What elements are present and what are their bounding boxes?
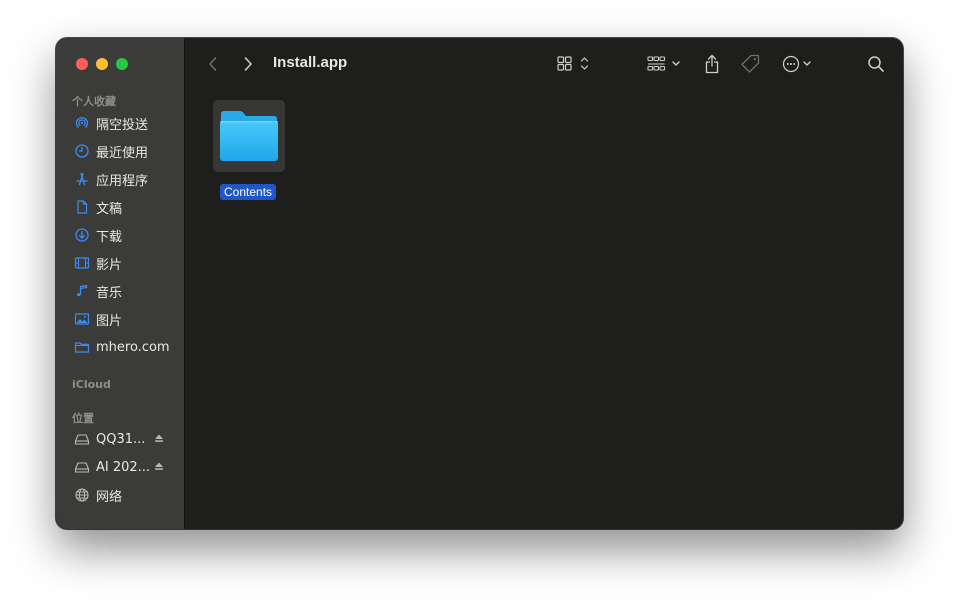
sidebar-item-movies[interactable]: 影片 bbox=[68, 251, 178, 275]
drive-icon bbox=[74, 434, 90, 445]
search-button[interactable] bbox=[866, 52, 886, 76]
download-icon bbox=[75, 228, 89, 242]
tag-button[interactable] bbox=[739, 52, 761, 76]
sidebar-item-drive-qq31[interactable]: QQ31... bbox=[68, 427, 178, 451]
sidebar: 个人收藏 隔空投送 最近使用 应用程序 文稿 下载 影片 音乐 图片 mhero… bbox=[56, 38, 185, 529]
more-actions-button[interactable] bbox=[781, 52, 817, 76]
sidebar-item-label: 音乐 bbox=[96, 285, 123, 301]
toolbar: Install.app bbox=[185, 38, 903, 90]
sidebar-item-recents[interactable]: 最近使用 bbox=[68, 139, 178, 163]
sidebar-item-network[interactable]: 网络 bbox=[68, 483, 178, 507]
finder-window: 个人收藏 隔空投送 最近使用 应用程序 文稿 下载 影片 音乐 图片 mhero… bbox=[56, 38, 903, 529]
sidebar-item-label: 应用程序 bbox=[96, 173, 149, 189]
sidebar-item-label: mhero.com bbox=[96, 339, 170, 355]
file-name-label[interactable]: Contents bbox=[220, 184, 277, 200]
sidebar-item-downloads[interactable]: 下载 bbox=[68, 223, 178, 247]
sidebar-item-documents[interactable]: 文稿 bbox=[68, 195, 178, 219]
sidebar-item-label: 隔空投送 bbox=[96, 117, 149, 133]
sidebar-item-applications[interactable]: 应用程序 bbox=[68, 167, 178, 191]
folder-icon bbox=[220, 111, 278, 161]
chevron-left-icon bbox=[209, 57, 217, 71]
icon-grid-view-icon bbox=[557, 56, 589, 71]
sidebar-item-airdrop[interactable]: 隔空投送 bbox=[68, 111, 178, 135]
applications-icon bbox=[76, 172, 88, 186]
sidebar-item-label: 下载 bbox=[96, 229, 123, 245]
file-item-contents[interactable]: Contents bbox=[213, 100, 285, 200]
forward-button[interactable] bbox=[240, 52, 256, 76]
sidebar-section-locations: 位置 bbox=[72, 412, 94, 425]
drive-icon bbox=[74, 462, 90, 473]
chevron-right-icon bbox=[244, 57, 252, 71]
film-icon bbox=[74, 257, 90, 269]
group-button[interactable] bbox=[646, 52, 686, 76]
tag-icon bbox=[741, 54, 760, 73]
group-items-icon bbox=[647, 56, 680, 71]
sidebar-item-label: AI 202... bbox=[96, 459, 151, 475]
sidebar-item-mhero[interactable]: mhero.com bbox=[68, 335, 178, 359]
photo-icon bbox=[74, 313, 90, 325]
music-icon bbox=[77, 284, 88, 297]
zoom-window-button[interactable] bbox=[116, 58, 128, 70]
clock-icon bbox=[75, 144, 89, 158]
sidebar-item-label: 最近使用 bbox=[96, 145, 149, 161]
sidebar-section-favorites: 个人收藏 bbox=[72, 95, 116, 108]
close-window-button[interactable] bbox=[76, 58, 88, 70]
sidebar-item-label: QQ31... bbox=[96, 431, 146, 447]
sidebar-item-music[interactable]: 音乐 bbox=[68, 279, 178, 303]
ellipsis-circle-icon bbox=[782, 55, 811, 73]
sidebar-section-icloud[interactable]: iCloud bbox=[72, 378, 111, 391]
share-button[interactable] bbox=[703, 52, 721, 76]
view-mode-button[interactable] bbox=[556, 52, 596, 76]
sidebar-item-label: 影片 bbox=[96, 257, 123, 273]
sidebar-item-label: 网络 bbox=[96, 489, 123, 505]
sidebar-item-drive-ai202[interactable]: AI 202... bbox=[68, 455, 178, 479]
globe-icon bbox=[75, 488, 89, 502]
back-button[interactable] bbox=[205, 52, 221, 76]
folder-icon bbox=[74, 342, 90, 353]
sidebar-item-label: 文稿 bbox=[96, 201, 123, 217]
sidebar-item-label: 图片 bbox=[96, 313, 123, 329]
airdrop-icon bbox=[75, 117, 89, 128]
eject-icon[interactable] bbox=[154, 433, 164, 443]
window-title: Install.app bbox=[273, 54, 348, 71]
search-icon bbox=[868, 56, 884, 72]
share-icon bbox=[705, 54, 719, 74]
document-icon bbox=[77, 200, 88, 214]
file-browser-content[interactable]: Contents bbox=[185, 90, 903, 529]
minimize-window-button[interactable] bbox=[96, 58, 108, 70]
sidebar-item-pictures[interactable]: 图片 bbox=[68, 307, 178, 331]
eject-icon[interactable] bbox=[154, 461, 164, 471]
